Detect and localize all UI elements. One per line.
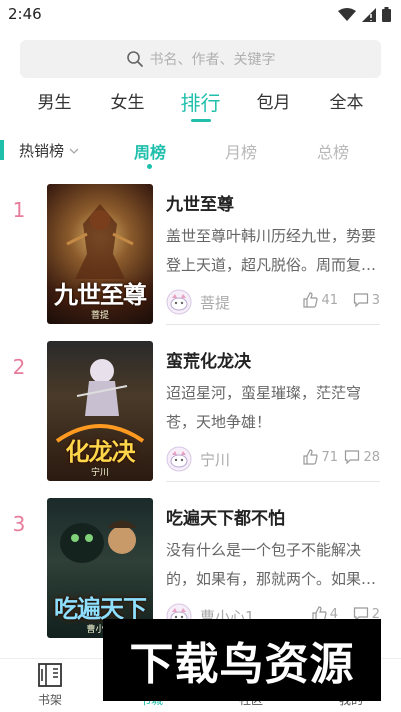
author-avatar-icon <box>166 289 192 315</box>
author-avatar-icon <box>166 446 192 472</box>
hot-sales-dropdown[interactable]: 热销榜 <box>19 140 80 161</box>
rank-number: 1 <box>12 198 26 222</box>
cover-author: 菩提 <box>90 311 109 321</box>
rank-number: 2 <box>12 355 26 379</box>
tab-complete[interactable]: 全本 <box>317 86 377 126</box>
search-placeholder: 书名、作者、关键字 <box>149 52 276 68</box>
tab-female[interactable]: 女生 <box>98 86 158 126</box>
thumbs-up-icon <box>303 449 319 465</box>
book-description: 盖世至尊叶韩川历经九世，势要登上天道，超凡脱俗。周而复始，万古不朽…… <box>166 227 377 274</box>
likes[interactable]: 71 <box>302 449 338 465</box>
book-item[interactable]: 2 化龙决 宁川 蛮荒化龙决 迢迢星河，蛮星璀璨，茫茫穹苍，天地争雄！ 宁川 7… <box>0 341 401 491</box>
book-title[interactable]: 九世至尊 <box>166 190 234 215</box>
tab-all-time[interactable]: 总榜 <box>303 139 363 163</box>
hot-sales-label: 热销榜 <box>19 142 65 160</box>
comments-count: 3 <box>371 292 380 308</box>
watermark: 下载鸟资源 <box>103 619 381 701</box>
search-icon <box>126 51 143 67</box>
book-title[interactable]: 吃遍天下都不怕 <box>166 504 285 529</box>
nav-bookshelf[interactable]: 书架 <box>20 661 80 708</box>
status-time: 2:46 <box>8 5 42 23</box>
tab-ranking[interactable]: 排行 <box>171 86 231 126</box>
tab-male[interactable]: 男生 <box>25 86 85 126</box>
divider <box>166 481 380 482</box>
likes-count: 71 <box>321 449 338 465</box>
battery-icon <box>382 7 391 22</box>
cover-title: 化龙决 <box>65 438 136 466</box>
book-title[interactable]: 蛮荒化龙决 <box>166 347 251 372</box>
top-tabs: 男生 女生 排行 包月 全本 <box>0 86 401 130</box>
tab-monthly[interactable]: 包月 <box>244 86 304 126</box>
wifi-icon <box>338 7 356 21</box>
likes[interactable]: 41 <box>302 292 338 308</box>
divider <box>166 324 380 325</box>
book-description: 没有什么是一个包子不能解决的，如果有，那就两个。如果还不行…… <box>166 541 377 588</box>
thumbs-up-icon <box>303 292 319 308</box>
book-meta: 菩提 41 3 <box>166 288 380 315</box>
comments[interactable]: 28 <box>344 449 380 465</box>
nav-label: 书架 <box>37 693 62 707</box>
cover-author: 宁川 <box>90 468 109 478</box>
book-meta: 宁川 71 28 <box>166 445 380 472</box>
book-cover[interactable]: 吃遍天下 曹小心 <box>47 498 153 638</box>
search-input[interactable]: 书名、作者、关键字 <box>20 40 381 78</box>
book-cover[interactable]: 九世至尊 菩提 <box>47 184 153 324</box>
status-icons <box>338 7 391 22</box>
author-name[interactable]: 菩提 <box>200 292 230 313</box>
bookshelf-icon <box>38 663 62 687</box>
likes-count: 41 <box>321 292 338 308</box>
accent-bar <box>0 140 4 160</box>
rank-number: 3 <box>12 512 26 536</box>
chevron-down-icon <box>69 148 79 154</box>
book-cover[interactable]: 化龙决 宁川 <box>47 341 153 481</box>
comments[interactable]: 3 <box>353 292 380 308</box>
comment-icon <box>353 293 368 308</box>
tab-monthly-rank[interactable]: 月榜 <box>211 139 271 163</box>
tab-weekly[interactable]: 周榜 <box>120 139 180 163</box>
signal-icon <box>362 7 376 22</box>
book-item[interactable]: 1 九世至尊 菩提 九世至尊 盖世至尊叶韩川历经九世，势要登上天道，超凡脱俗。周… <box>0 184 401 334</box>
ranking-filter-row: 热销榜 周榜 月榜 总榜 <box>0 132 401 170</box>
comment-icon <box>345 450 360 465</box>
status-bar: 2:46 <box>0 0 401 30</box>
author-name[interactable]: 宁川 <box>200 449 230 470</box>
active-period-indicator <box>147 164 152 169</box>
book-description: 迢迢星河，蛮星璀璨，茫茫穹苍，天地争雄！ <box>166 384 362 431</box>
cover-title: 九世至尊 <box>54 281 147 309</box>
watermark-text: 下载鸟资源 <box>129 639 355 690</box>
comments-count: 28 <box>363 449 380 465</box>
